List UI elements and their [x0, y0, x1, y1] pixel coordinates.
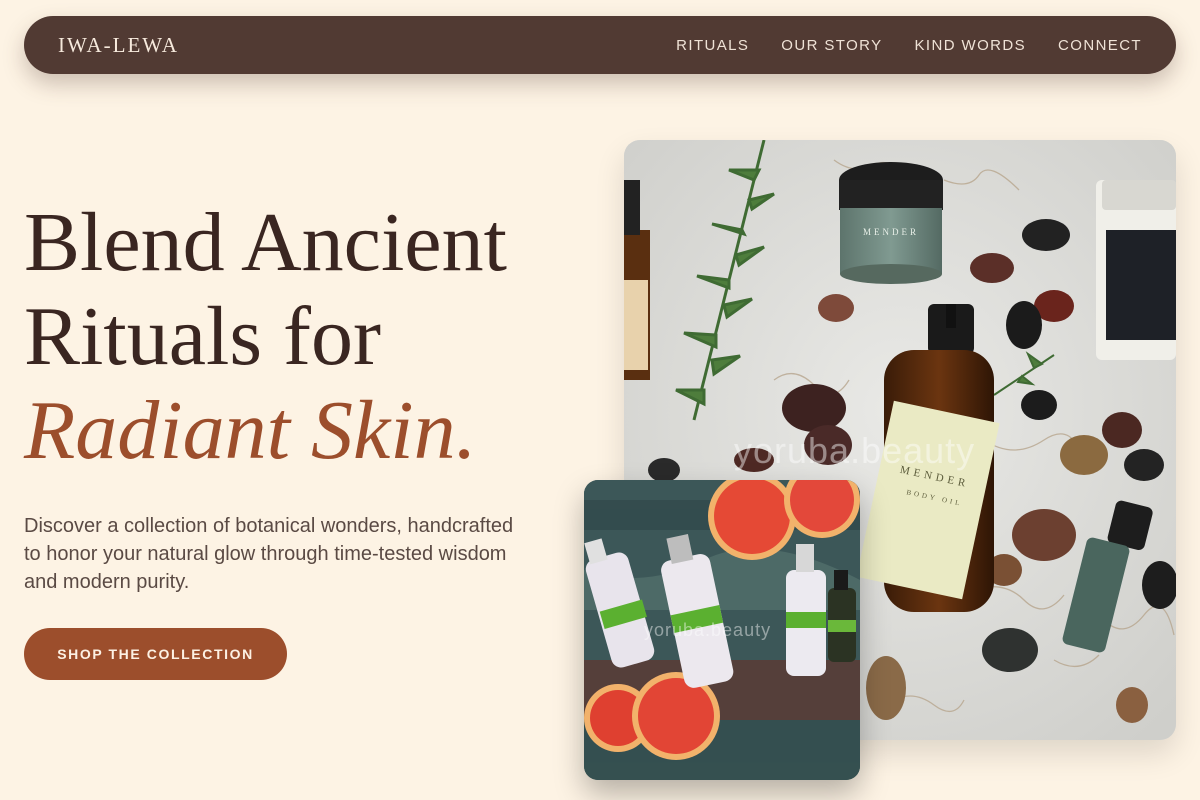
- hero-title-accent: Radiant Skin.: [24, 384, 477, 477]
- nav-link-our-story[interactable]: OUR STORY: [781, 37, 882, 54]
- top-navbar: IWA-LEWA RITUALS OUR STORY KIND WORDS CO…: [24, 16, 1176, 74]
- hero-title-line-2: Rituals for: [24, 290, 381, 383]
- nav-link-connect[interactable]: CONNECT: [1058, 37, 1142, 54]
- hero-title: Blend Ancient Rituals for Radiant Skin.: [24, 196, 507, 478]
- brand-logo[interactable]: IWA-LEWA: [58, 33, 179, 58]
- nav-link-rituals[interactable]: RITUALS: [676, 37, 749, 54]
- hero-description: Discover a collection of botanical wonde…: [24, 515, 514, 593]
- secondary-photo-watermark: yoruba.beauty: [644, 620, 772, 640]
- main-nav: RITUALS OUR STORY KIND WORDS CONNECT: [676, 37, 1142, 54]
- hero-title-line-1: Blend Ancient: [24, 196, 507, 289]
- nav-link-kind-words[interactable]: KIND WORDS: [915, 37, 1027, 54]
- product-photo-secondary: yoruba.beauty: [584, 480, 860, 780]
- main-photo-watermark: yoruba.beauty: [734, 430, 976, 471]
- svg-text:MENDER: MENDER: [863, 227, 919, 237]
- shop-collection-button[interactable]: SHOP THE COLLECTION: [24, 628, 287, 680]
